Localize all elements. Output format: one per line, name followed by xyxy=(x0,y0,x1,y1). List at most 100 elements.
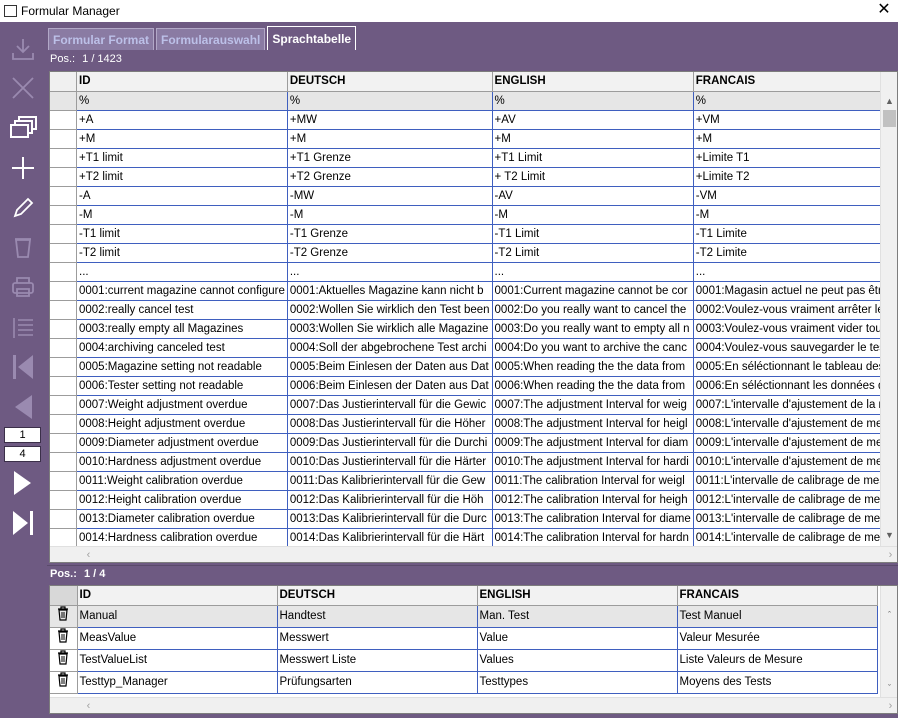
table-cell[interactable]: 0001:current magazine cannot configure xyxy=(76,281,288,301)
record-position-field[interactable]: 1 xyxy=(4,427,41,443)
table-cell[interactable]: 0005:When reading the the data from xyxy=(492,357,694,377)
table-row[interactable]: 0011:Weight calibration overdue 0011:Das … xyxy=(50,471,897,491)
table-cell[interactable]: 0003:Do you really want to empty all n xyxy=(492,319,694,339)
next-record-button[interactable] xyxy=(0,464,45,502)
table-cell[interactable]: -MW xyxy=(287,186,493,206)
table-cell[interactable]: 0013:Diameter calibration overdue xyxy=(76,509,288,529)
row-selector[interactable] xyxy=(50,148,77,168)
print-button[interactable] xyxy=(0,268,45,306)
table-cell[interactable]: -T1 Limit xyxy=(492,224,694,244)
table-cell[interactable]: Values xyxy=(477,649,678,672)
table-cell[interactable]: 0008:The adjustment Interval for heigl xyxy=(492,414,694,434)
row-selector[interactable] xyxy=(50,471,77,491)
corner-cell[interactable] xyxy=(50,586,78,606)
previous-record-button[interactable] xyxy=(0,388,45,426)
table-cell[interactable]: -T2 Limit xyxy=(492,243,694,263)
column-header[interactable]: ID xyxy=(77,586,278,606)
table-row[interactable]: +M +M +M +M xyxy=(50,129,897,149)
trash-icon[interactable] xyxy=(56,649,70,665)
lower-vertical-scrollbar[interactable]: ˆ ˇ xyxy=(880,586,897,698)
table-row[interactable]: -T2 limit -T2 Grenze -T2 Limit -T2 Limite xyxy=(50,243,897,263)
table-cell[interactable]: 0010:Hardness adjustment overdue xyxy=(76,452,288,472)
tab-sprachtabelle[interactable]: Sprachtabelle xyxy=(267,26,357,50)
upper-vertical-scrollbar[interactable]: ▲ ▼ xyxy=(880,72,897,547)
trash-button[interactable] xyxy=(0,228,45,266)
table-cell[interactable]: 0014:Das Kalibrierintervall für die Härt xyxy=(287,528,493,548)
table-row[interactable]: 0012:Height calibration overdue 0012:Das … xyxy=(50,490,897,510)
list-button[interactable] xyxy=(0,309,45,347)
table-row[interactable]: +A +MW +AV +VM xyxy=(50,110,897,130)
table-cell[interactable]: -M xyxy=(76,205,288,225)
table-cell[interactable]: Testtyp_Manager xyxy=(77,671,278,694)
table-cell[interactable]: Messwert Liste xyxy=(277,649,478,672)
table-cell[interactable]: 0007:Weight adjustment overdue xyxy=(76,395,288,415)
row-selector[interactable] xyxy=(50,167,77,187)
row-selector[interactable] xyxy=(50,262,77,282)
lower-scroll-up-icon[interactable]: ˆ xyxy=(881,607,897,623)
row-selector[interactable] xyxy=(50,433,77,453)
column-header[interactable]: DEUTSCH xyxy=(277,586,478,606)
table-cell[interactable]: 0004:Voulez-vous sauvegarder le test i xyxy=(693,338,897,358)
table-cell[interactable]: +T1 Limit xyxy=(492,148,694,168)
table-cell[interactable]: 0009:The adjustment Interval for diam xyxy=(492,433,694,453)
table-cell[interactable]: 0005:Beim Einlesen der Daten aus Dat xyxy=(287,357,493,377)
lower-horizontal-scrollbar[interactable]: ‹ › xyxy=(50,697,897,713)
scroll-right-icon[interactable]: › xyxy=(882,547,897,562)
table-cell[interactable]: 0002:really cancel test xyxy=(76,300,288,320)
table-cell[interactable]: 0011:Weight calibration overdue xyxy=(76,471,288,491)
table-cell[interactable]: -T2 limit xyxy=(76,243,288,263)
table-cell[interactable]: Moyens des Tests xyxy=(677,671,878,694)
table-cell[interactable]: 0010:The adjustment Interval for hardi xyxy=(492,452,694,472)
table-row[interactable]: 0002:really cancel test 0002:Wollen Sie w… xyxy=(50,300,897,320)
table-cell[interactable]: +Limite T2 xyxy=(693,167,897,187)
table-cell[interactable]: -T1 Grenze xyxy=(287,224,493,244)
table-row[interactable]: +T1 limit +T1 Grenze +T1 Limit +Limite T1 xyxy=(50,148,897,168)
table-row[interactable]: 0008:Height adjustment overdue 0008:Das J… xyxy=(50,414,897,434)
table-cell[interactable]: -A xyxy=(76,186,288,206)
table-cell[interactable]: -T1 limit xyxy=(76,224,288,244)
row-selector[interactable] xyxy=(50,338,77,358)
table-cell[interactable]: ... xyxy=(287,262,493,282)
column-header[interactable]: FRANCAIS xyxy=(693,72,897,92)
table-cell[interactable]: Value xyxy=(477,627,678,650)
table-row[interactable]: -A -MW -AV -VM xyxy=(50,186,897,206)
table-cell[interactable]: 0009:L'intervalle d'ajustement de mes xyxy=(693,433,897,453)
table-cell[interactable]: +T1 Grenze xyxy=(287,148,493,168)
row-selector[interactable] xyxy=(50,671,78,694)
table-cell[interactable]: 0001:Current magazine cannot be cor xyxy=(492,281,694,301)
column-header[interactable]: ENGLISH xyxy=(492,72,694,92)
table-row[interactable]: 0013:Diameter calibration overdue 0013:Da… xyxy=(50,509,897,529)
table-cell[interactable]: 0008:Das Justierintervall für die Höher xyxy=(287,414,493,434)
table-cell[interactable]: % xyxy=(492,91,694,111)
table-row[interactable]: +T2 limit +T2 Grenze + T2 Limit +Limite T2 xyxy=(50,167,897,187)
table-cell[interactable]: +VM xyxy=(693,110,897,130)
column-header[interactable]: DEUTSCH xyxy=(287,72,493,92)
row-selector[interactable] xyxy=(50,91,77,111)
row-selector[interactable] xyxy=(50,395,77,415)
table-cell[interactable]: 0004:Do you want to archive the canc xyxy=(492,338,694,358)
table-cell[interactable]: -M xyxy=(693,205,897,225)
table-cell[interactable]: +Limite T1 xyxy=(693,148,897,168)
table-cell[interactable]: 0004:archiving canceled test xyxy=(76,338,288,358)
table-cell[interactable]: -VM xyxy=(693,186,897,206)
table-cell[interactable]: Test Manuel xyxy=(677,605,878,628)
table-cell[interactable]: -M xyxy=(287,205,493,225)
table-cell[interactable]: +T1 limit xyxy=(76,148,288,168)
row-selector[interactable] xyxy=(50,414,77,434)
table-row[interactable]: 0007:Weight adjustment overdue 0007:Das J… xyxy=(50,395,897,415)
table-cell[interactable]: Testtypes xyxy=(477,671,678,694)
last-record-button[interactable] xyxy=(0,504,45,542)
table-cell[interactable]: ... xyxy=(492,262,694,282)
table-cell[interactable]: 0012:L'intervalle de calibrage de mesu xyxy=(693,490,897,510)
table-cell[interactable]: 0009:Das Justierintervall für die Durchi xyxy=(287,433,493,453)
table-cell[interactable]: +T2 Grenze xyxy=(287,167,493,187)
scroll-up-icon[interactable]: ▲ xyxy=(881,93,897,109)
table-cell[interactable]: -AV xyxy=(492,186,694,206)
lower-scroll-right-icon[interactable]: › xyxy=(882,698,897,713)
table-row[interactable]: 0009:Diameter adjustment overdue 0009:Das… xyxy=(50,433,897,453)
table-cell[interactable]: -T2 Grenze xyxy=(287,243,493,263)
table-cell[interactable]: -T1 Limite xyxy=(693,224,897,244)
table-cell[interactable]: 0011:L'intervalle de calibrage de mesu xyxy=(693,471,897,491)
table-cell[interactable]: Prüfungsarten xyxy=(277,671,478,694)
row-selector[interactable] xyxy=(50,627,78,650)
